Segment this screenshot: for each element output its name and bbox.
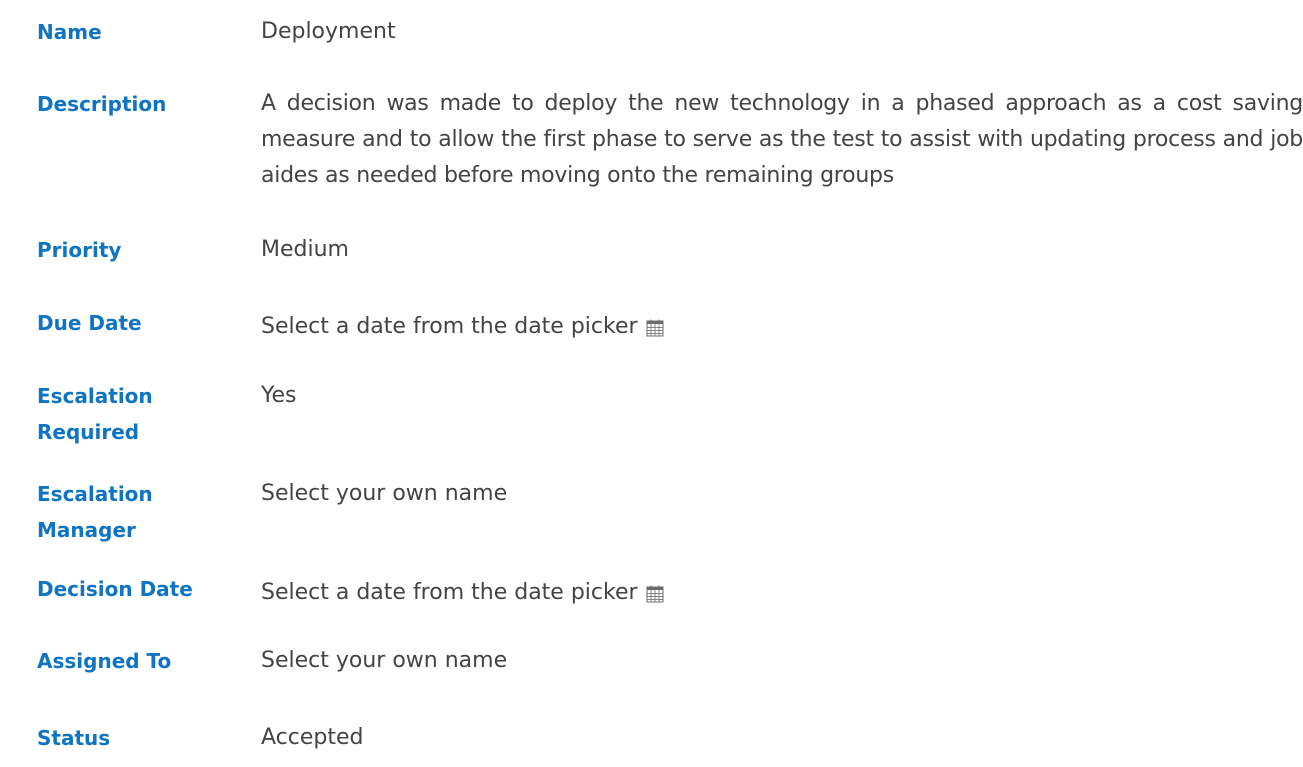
escalation-manager-value[interactable]: Select your own name [261, 476, 1303, 512]
decision-date-value[interactable]: Select a date from the date picker [261, 575, 1303, 611]
priority-label: Priority [37, 238, 122, 262]
description-value[interactable]: A decision was made to deploy the new te… [261, 86, 1303, 194]
decision-date-placeholder[interactable]: Select a date from the date picker [261, 580, 638, 605]
calendar-icon[interactable] [646, 579, 664, 603]
due-date-placeholder[interactable]: Select a date from the date picker [261, 314, 638, 339]
escalation-required-value[interactable]: Yes [261, 378, 1303, 414]
name-value[interactable]: Deployment [261, 14, 1303, 50]
escalation-required-label: Escalation Required [37, 384, 153, 444]
name-label: Name [37, 20, 102, 44]
priority-value[interactable]: Medium [261, 232, 1303, 268]
assigned-to-value[interactable]: Select your own name [261, 643, 1303, 679]
status-label: Status [37, 726, 111, 750]
calendar-icon[interactable] [646, 313, 664, 337]
due-date-value[interactable]: Select a date from the date picker [261, 309, 1303, 345]
decision-date-label: Decision Date [37, 577, 193, 601]
escalation-manager-label: Escalation Manager [37, 482, 153, 542]
due-date-label: Due Date [37, 311, 142, 335]
description-label: Description [37, 92, 167, 116]
assigned-to-label: Assigned To [37, 649, 172, 673]
status-value[interactable]: Accepted [261, 720, 1303, 756]
